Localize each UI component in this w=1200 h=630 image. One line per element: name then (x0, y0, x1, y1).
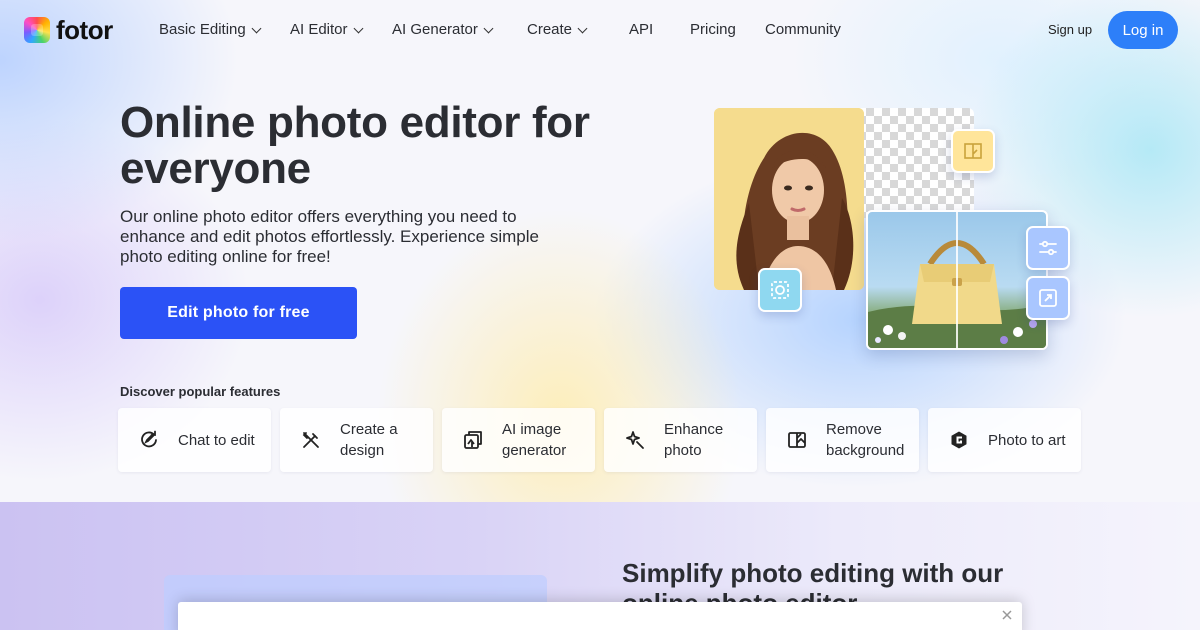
feature-label: Chat to edit (178, 431, 255, 449)
nav-label: AI Editor (290, 21, 348, 38)
logo-text: fotor (56, 15, 113, 45)
adjust-sliders-icon (1026, 226, 1070, 270)
remove-bg-icon (786, 429, 808, 451)
nav-basic-editing[interactable]: Basic Editing (159, 20, 262, 40)
feature-list: Chat to edit Create a design AI image ge… (118, 408, 1081, 472)
feature-label: Photo to art (988, 431, 1066, 449)
feature-label: AI image generator (502, 421, 567, 459)
cookie-banner (178, 602, 1022, 630)
handbag-image (866, 210, 1048, 350)
feature-remove-background[interactable]: Remove background (766, 408, 919, 472)
woman-portrait-image (714, 108, 864, 290)
nav-label: Create (527, 21, 573, 38)
nav-label: AI Generator (392, 21, 478, 38)
feature-chat-to-edit[interactable]: Chat to edit (118, 408, 271, 472)
feature-photo-to-art[interactable]: Photo to art (928, 408, 1081, 472)
crop-tool-icon (951, 129, 995, 173)
photo-art-icon (948, 429, 970, 451)
ai-image-icon (462, 429, 484, 451)
edit-photo-button[interactable]: Edit photo for free (120, 287, 357, 339)
fotor-logo-icon (24, 17, 50, 43)
feature-create-design[interactable]: Create a design (280, 408, 433, 472)
hero-illustration (690, 90, 1090, 360)
retouch-icon (758, 268, 802, 312)
feature-enhance-photo[interactable]: Enhance photo (604, 408, 757, 472)
page-title: Online photo editor for everyone (120, 98, 590, 193)
nav-pricing[interactable]: Pricing (690, 20, 736, 40)
feature-ai-image-generator[interactable]: AI image generator (442, 408, 595, 472)
nav-label: Basic Editing (159, 21, 246, 38)
log-in-button[interactable]: Log in (1108, 11, 1178, 49)
chevron-down-icon (251, 23, 262, 33)
nav-label: Community (765, 21, 841, 38)
chat-edit-icon (138, 429, 160, 451)
sign-up-link[interactable]: Sign up (1048, 21, 1092, 39)
chevron-down-icon (577, 23, 588, 33)
design-tools-icon (300, 429, 322, 451)
feature-label: Enhance photo (664, 421, 724, 459)
feature-label: Remove background (826, 421, 905, 459)
fotor-logo[interactable]: fotor (24, 17, 113, 43)
feature-label: Create a design (340, 421, 398, 459)
chevron-down-icon (353, 23, 363, 33)
chevron-down-icon (483, 23, 494, 33)
nav-ai-generator[interactable]: AI Generator (392, 20, 494, 40)
nav-label: Pricing (690, 21, 736, 38)
enhance-icon (624, 429, 646, 451)
top-navigation: fotor Basic Editing AI Editor AI Generat… (0, 0, 1200, 60)
nav-ai-editor[interactable]: AI Editor (290, 20, 363, 40)
nav-label: API (629, 21, 654, 38)
features-heading: Discover popular features (120, 384, 281, 399)
resize-icon (1026, 276, 1070, 320)
nav-api[interactable]: API (629, 20, 653, 40)
close-icon[interactable] (1000, 608, 1014, 622)
nav-community[interactable]: Community (765, 20, 841, 40)
nav-create[interactable]: Create (527, 20, 588, 40)
hero-description: Our online photo editor offers everythin… (120, 207, 539, 266)
